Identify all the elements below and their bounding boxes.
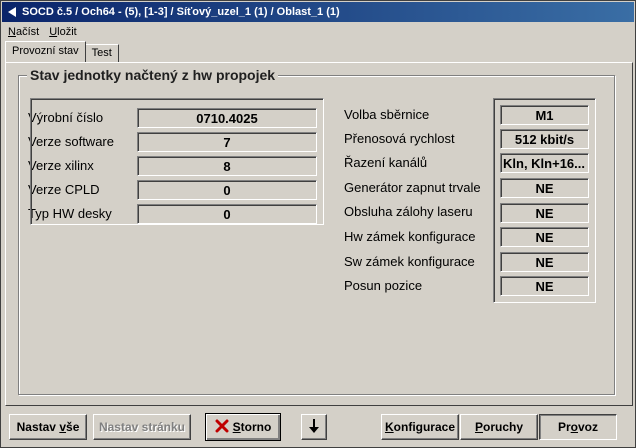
label-prenosova-rychlost: Přenosová rychlost — [344, 131, 455, 146]
value-volba-sbernice: M1 — [500, 105, 589, 125]
label-hw-zamek-konfigurace: Hw zámek konfigurace — [344, 229, 476, 244]
label-obsluha-zalohy-laseru: Obsluha zálohy laseru — [344, 204, 473, 219]
value-prenosova-rychlost: 512 kbit/s — [500, 129, 589, 149]
group-title: Stav jednotky načtený z hw propojek — [27, 67, 279, 83]
unit-status-group: Stav jednotky načtený z hw propojek Výro… — [18, 67, 615, 395]
tab-panel: Stav jednotky načtený z hw propojek Výro… — [5, 62, 633, 406]
label-generator-zapnut-trvale: Generátor zapnut trvale — [344, 180, 481, 195]
tab-provozni-stav[interactable]: Provozní stav — [5, 41, 86, 62]
nastav-vse-button[interactable]: Nastav v še — [9, 414, 87, 440]
poruchy-button[interactable]: Poruchy — [460, 414, 538, 440]
title-bar[interactable]: SOCD č.5 / Och64 - (5), [1-3] / Síťový_u… — [2, 2, 634, 22]
tab-strip: Provozní stav Test — [5, 41, 119, 62]
value-verze-cpld: 0 — [137, 180, 317, 200]
move-down-button[interactable] — [301, 414, 327, 440]
provoz-button[interactable]: Pr o voz — [539, 414, 617, 440]
value-razeni-kanalu: Kln, Kln+16... — [500, 153, 589, 173]
label-posun-pozice: Posun pozice — [344, 278, 423, 293]
value-generator-zapnut-trvale: NE — [500, 178, 589, 198]
x-cancel-icon — [215, 419, 233, 436]
value-sw-zamek-konfigurace: NE — [500, 252, 589, 272]
storno-button[interactable]: Storno — [205, 413, 281, 441]
arrow-down-icon — [308, 418, 320, 437]
menu-ulozit[interactable]: Uložit — [44, 26, 82, 38]
menu-nacist[interactable]: Načíst — [3, 26, 44, 38]
label-volba-sbernice: Volba sběrnice — [344, 107, 430, 122]
value-posun-pozice: NE — [500, 276, 589, 296]
value-typ-hw-desky: 0 — [137, 204, 317, 224]
value-verze-software: 7 — [137, 132, 317, 152]
label-sw-zamek-konfigurace: Sw zámek konfigurace — [344, 254, 475, 269]
value-vyrobni-cislo: 0710.4025 — [137, 108, 317, 128]
button-bar: Nastav v še Nastav stránku Storno Konfigu… — [5, 409, 633, 445]
window-title: SOCD č.5 / Och64 - (5), [1-3] / Síťový_u… — [22, 6, 340, 18]
value-obsluha-zalohy-laseru: NE — [500, 203, 589, 223]
arrow-left-icon[interactable] — [6, 6, 18, 18]
tab-test[interactable]: Test — [84, 44, 119, 62]
label-razeni-kanalu: Řazení kanálů — [344, 155, 428, 170]
nastav-stranku-button[interactable]: Nastav stránku — [93, 414, 191, 440]
menu-bar: Načíst Uložit — [3, 23, 82, 41]
value-hw-zamek-konfigurace: NE — [500, 227, 589, 247]
konfigurace-button[interactable]: Konfigurace — [381, 414, 459, 440]
value-verze-xilinx: 8 — [137, 156, 317, 176]
app-window: SOCD č.5 / Och64 - (5), [1-3] / Síťový_u… — [0, 0, 636, 448]
